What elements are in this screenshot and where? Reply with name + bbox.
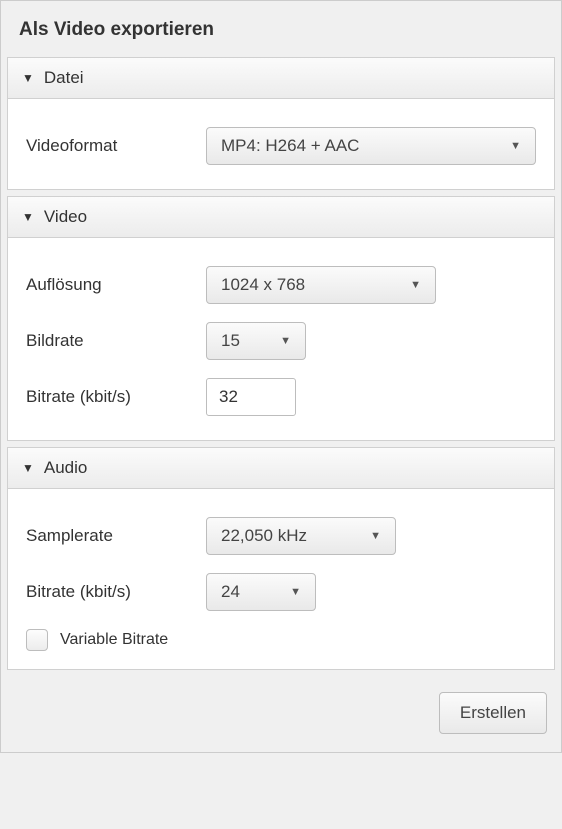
section-video-body: Auflösung 1024 x 768 ▼ Bildrate 15 ▼ Bit… bbox=[8, 238, 554, 440]
section-audio-body: Samplerate 22,050 kHz ▼ Bitrate (kbit/s)… bbox=[8, 489, 554, 669]
audio-bitrate-select[interactable]: 24 ▼ bbox=[206, 573, 316, 611]
row-variable-bitrate: Variable Bitrate bbox=[26, 629, 536, 651]
create-button[interactable]: Erstellen bbox=[439, 692, 547, 734]
row-aufloesung: Auflösung 1024 x 768 ▼ bbox=[26, 266, 536, 304]
section-datei-header[interactable]: ▼ Datei bbox=[8, 58, 554, 99]
videoformat-select[interactable]: MP4: H264 + AAC ▼ bbox=[206, 127, 536, 165]
section-audio-header[interactable]: ▼ Audio bbox=[8, 448, 554, 489]
row-videoformat: Videoformat MP4: H264 + AAC ▼ bbox=[26, 127, 536, 165]
chevron-down-icon: ▼ bbox=[410, 279, 421, 291]
samplerate-select[interactable]: 22,050 kHz ▼ bbox=[206, 517, 396, 555]
disclosure-triangle-icon: ▼ bbox=[22, 210, 34, 224]
bildrate-label: Bildrate bbox=[26, 331, 206, 351]
section-video-title: Video bbox=[44, 207, 87, 227]
section-video-header[interactable]: ▼ Video bbox=[8, 197, 554, 238]
section-datei: ▼ Datei Videoformat MP4: H264 + AAC ▼ bbox=[7, 57, 555, 190]
aufloesung-label: Auflösung bbox=[26, 275, 206, 295]
samplerate-value: 22,050 kHz bbox=[221, 526, 307, 546]
row-audio-bitrate: Bitrate (kbit/s) 24 ▼ bbox=[26, 573, 536, 611]
aufloesung-value: 1024 x 768 bbox=[221, 275, 305, 295]
dialog-footer: Erstellen bbox=[1, 676, 561, 752]
section-video: ▼ Video Auflösung 1024 x 768 ▼ Bildrate … bbox=[7, 196, 555, 441]
row-bildrate: Bildrate 15 ▼ bbox=[26, 322, 536, 360]
audio-bitrate-label: Bitrate (kbit/s) bbox=[26, 582, 206, 602]
video-bitrate-input[interactable] bbox=[206, 378, 296, 416]
disclosure-triangle-icon: ▼ bbox=[22, 71, 34, 85]
video-bitrate-label: Bitrate (kbit/s) bbox=[26, 387, 206, 407]
videoformat-label: Videoformat bbox=[26, 136, 206, 156]
audio-bitrate-value: 24 bbox=[221, 582, 240, 602]
section-audio: ▼ Audio Samplerate 22,050 kHz ▼ Bitrate … bbox=[7, 447, 555, 670]
export-video-dialog: Als Video exportieren ▼ Datei Videoforma… bbox=[0, 0, 562, 753]
bildrate-value: 15 bbox=[221, 331, 240, 351]
section-audio-title: Audio bbox=[44, 458, 87, 478]
aufloesung-select[interactable]: 1024 x 768 ▼ bbox=[206, 266, 436, 304]
chevron-down-icon: ▼ bbox=[370, 530, 381, 542]
disclosure-triangle-icon: ▼ bbox=[22, 461, 34, 475]
section-datei-title: Datei bbox=[44, 68, 84, 88]
variable-bitrate-label: Variable Bitrate bbox=[60, 631, 168, 649]
row-video-bitrate: Bitrate (kbit/s) bbox=[26, 378, 536, 416]
samplerate-label: Samplerate bbox=[26, 526, 206, 546]
chevron-down-icon: ▼ bbox=[290, 586, 301, 598]
row-samplerate: Samplerate 22,050 kHz ▼ bbox=[26, 517, 536, 555]
bildrate-select[interactable]: 15 ▼ bbox=[206, 322, 306, 360]
videoformat-value: MP4: H264 + AAC bbox=[221, 136, 359, 156]
variable-bitrate-checkbox[interactable] bbox=[26, 629, 48, 651]
chevron-down-icon: ▼ bbox=[510, 140, 521, 152]
section-datei-body: Videoformat MP4: H264 + AAC ▼ bbox=[8, 99, 554, 189]
dialog-title: Als Video exportieren bbox=[1, 1, 561, 57]
chevron-down-icon: ▼ bbox=[280, 335, 291, 347]
